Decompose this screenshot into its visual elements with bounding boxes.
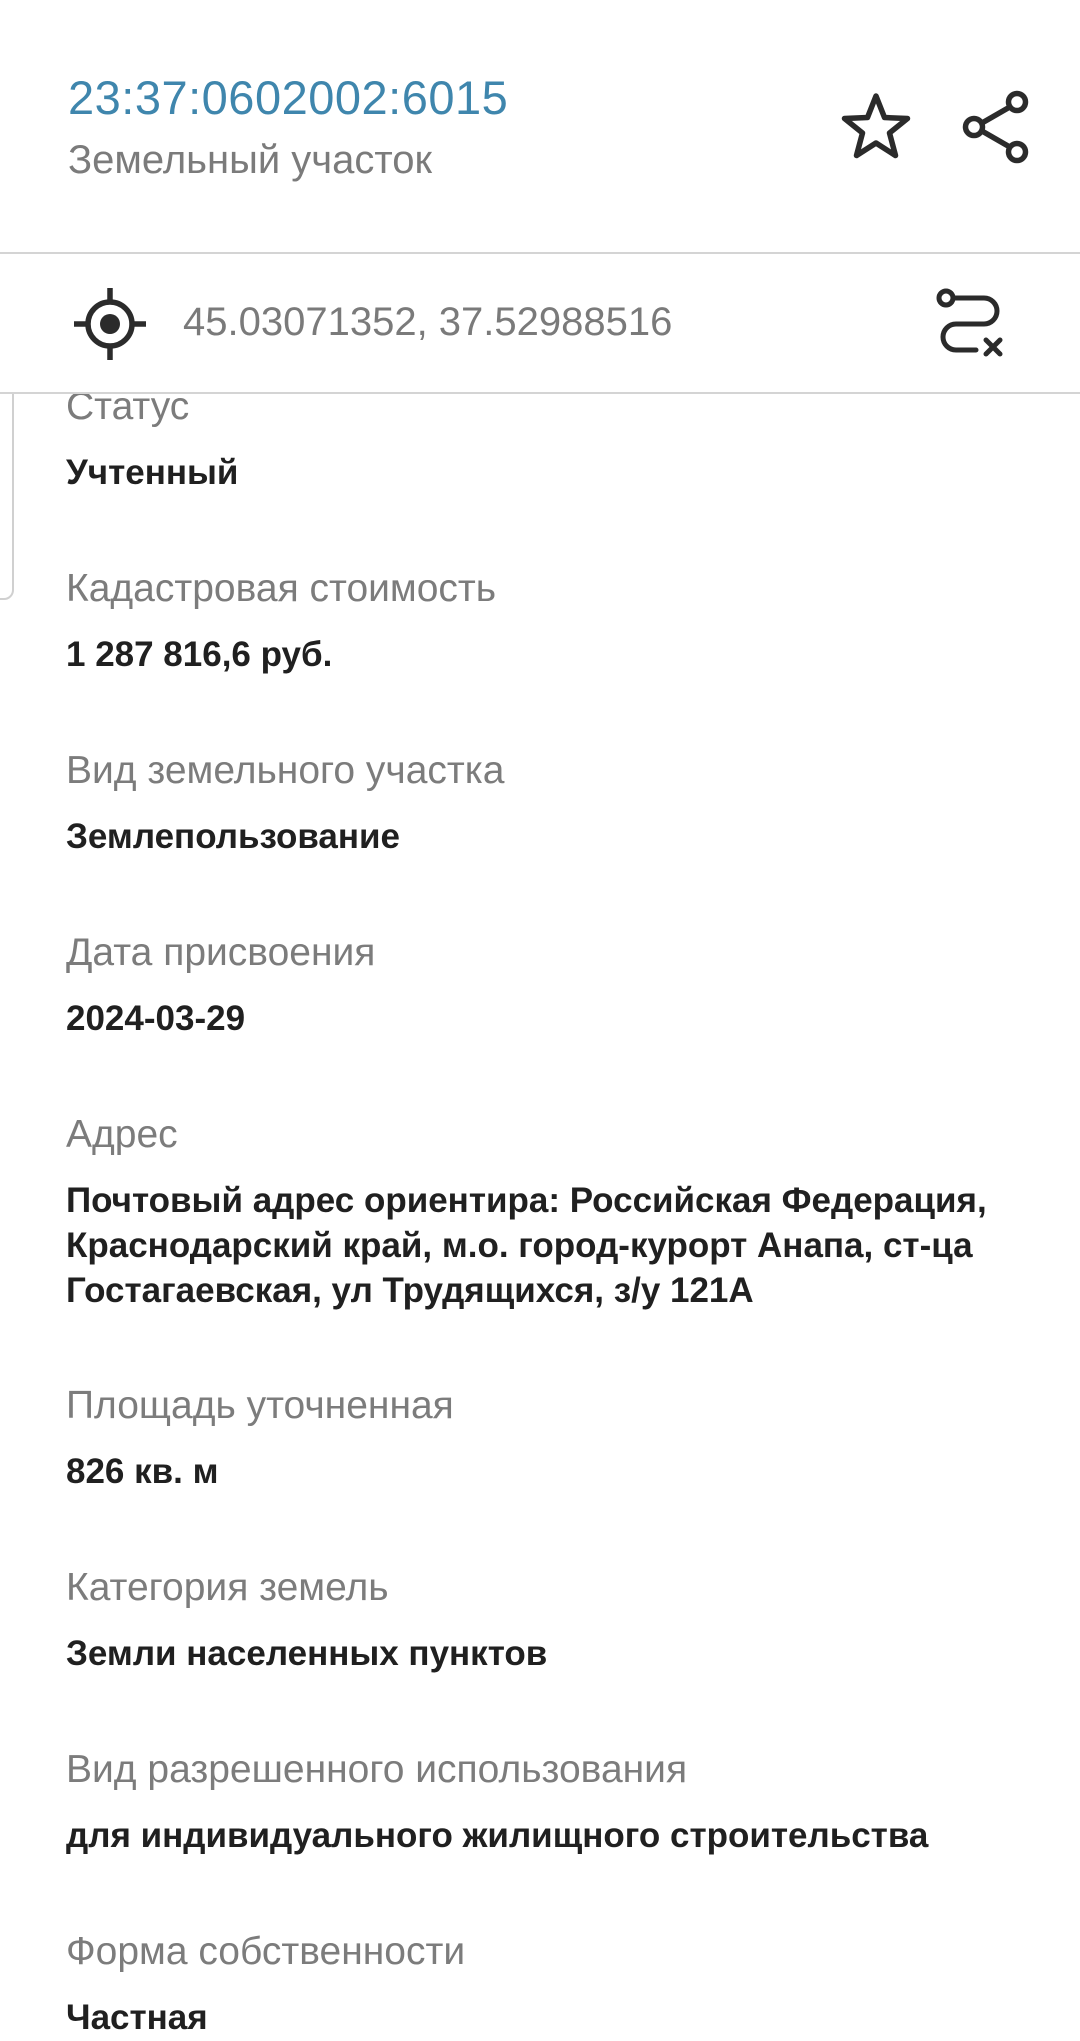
field-label: Площадь уточненная (66, 1384, 454, 1427)
field-value: 826 кв. м (66, 1452, 219, 1491)
field-value: Учтенный (66, 453, 239, 492)
field-land-kind: Вид земельного участка Землепользование (66, 748, 1056, 860)
field-label: Вид разрешенного использования (66, 1748, 688, 1791)
object-details: Статус Учтенный Кадастровая стоимость 1 … (66, 384, 1056, 2041)
route-clear-icon (936, 288, 1003, 357)
crosshair-icon (74, 288, 146, 360)
field-value: Земли населенных пунктов (66, 1634, 548, 1673)
field-label: Дата присвоения (66, 931, 376, 974)
field-value: 1 287 816,6 руб. (66, 635, 333, 674)
field-label: Категория земель (66, 1566, 389, 1609)
field-assignment-date: Дата присвоения 2024-03-29 (66, 930, 1056, 1042)
field-value: Почтовый адрес ориентира: Российская Фед… (66, 1181, 987, 1310)
field-ownership-form: Форма собственности Частная (66, 1929, 1056, 2041)
object-type: Земельный участок (68, 138, 433, 182)
share-icon (962, 90, 1029, 164)
star-outline-icon (841, 93, 911, 159)
coordinates-text[interactable]: 45.03071352, 37.52988516 (183, 300, 672, 345)
share-button[interactable] (955, 86, 1037, 168)
field-land-category: Категория земель Земли населенных пункто… (66, 1565, 1056, 1677)
object-header: 23:37:0602002:6015 Земельный участок (0, 0, 1080, 252)
field-value: Частная (66, 1998, 208, 2037)
route-button[interactable] (934, 288, 1006, 360)
field-label: Форма собственности (66, 1930, 466, 1973)
field-value: 2024-03-29 (66, 999, 246, 1038)
field-status: Статус Учтенный (66, 384, 1056, 496)
favorite-button[interactable] (836, 88, 916, 168)
coordinates-bar: 45.03071352, 37.52988516 (0, 254, 1080, 394)
field-value: для индивидуального жилищного строительс… (66, 1816, 929, 1855)
cadastral-number[interactable]: 23:37:0602002:6015 (68, 70, 508, 125)
field-cadastral-value: Кадастровая стоимость 1 287 816,6 руб. (66, 566, 1056, 678)
field-permitted-use: Вид разрешенного использования для индив… (66, 1747, 1056, 1859)
field-value: Землепользование (66, 817, 401, 856)
field-label: Вид земельного участка (66, 749, 505, 792)
field-label: Адрес (66, 1113, 178, 1156)
field-label: Кадастровая стоимость (66, 567, 497, 610)
locate-button[interactable] (72, 286, 148, 362)
field-address: Адрес Почтовый адрес ориентира: Российск… (66, 1112, 1056, 1313)
field-area: Площадь уточненная 826 кв. м (66, 1383, 1056, 1495)
